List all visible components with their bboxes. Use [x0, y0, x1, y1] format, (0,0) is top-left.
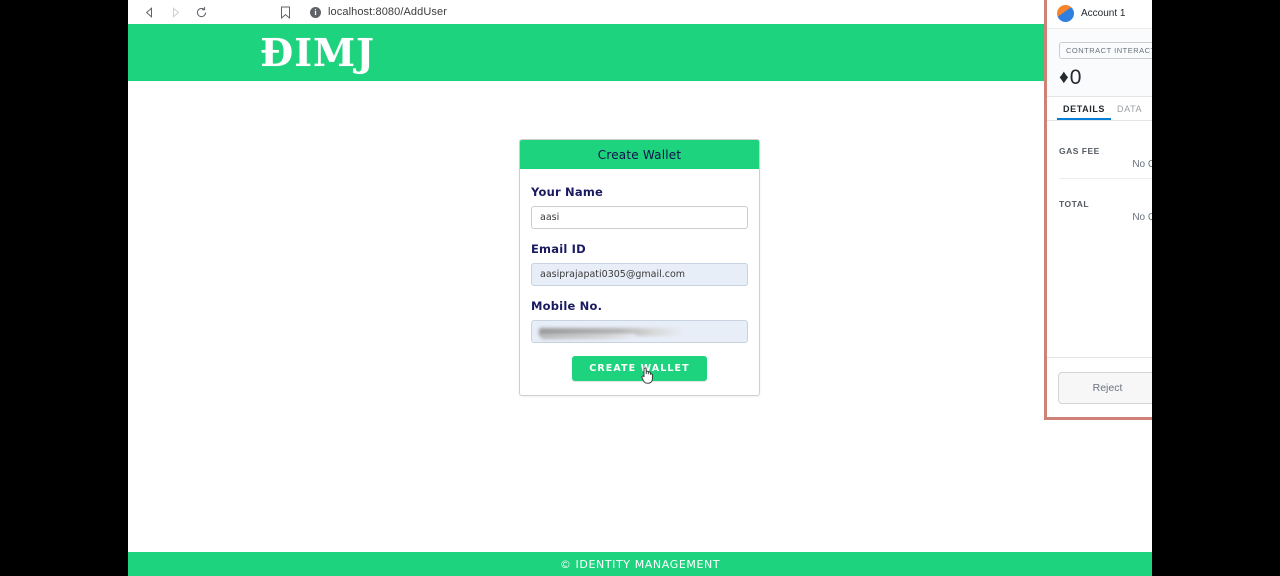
url-text: localhost:8080/AddUser: [328, 6, 447, 18]
footer-text: © IDENTITY MANAGEMENT: [559, 557, 721, 571]
card-title: Create Wallet: [597, 147, 682, 162]
total-label: TOTAL: [1059, 198, 1090, 209]
transaction-amount: ♦ 0: [1059, 67, 1152, 88]
metamask-transaction-summary: CONTRACT INTERACTION ♦ 0: [1047, 29, 1152, 97]
email-id-input[interactable]: aasiprajapati0305@gmail.com: [531, 263, 748, 286]
field-label-your-name: Your Name: [531, 185, 604, 199]
contract-interaction-badge: CONTRACT INTERACTION: [1059, 42, 1152, 59]
metamask-actions: Reject Confirm: [1047, 357, 1152, 417]
total-conversion-note: No Conversion Rate Available: [1132, 212, 1152, 223]
redacted-value-blur-secondary: [541, 334, 636, 339]
site-header: ÐIMJ: [128, 24, 1152, 81]
web-page: ÐIMJ Create Wallet Your Name aasi Email …: [128, 24, 1152, 576]
transaction-amount-value: 0: [1069, 66, 1082, 89]
forward-arrow-icon: [162, 1, 188, 23]
tab-details[interactable]: DETAILS: [1057, 97, 1112, 120]
bookmark-icon[interactable]: [274, 1, 296, 23]
sender-account-name: Account 1: [1081, 8, 1126, 19]
metamask-account-row: Account 1 0xe281...cd40: [1047, 0, 1152, 29]
reject-button[interactable]: Reject: [1057, 371, 1152, 404]
sender-avatar-icon: [1057, 5, 1074, 22]
page-content: Create Wallet Your Name aasi Email ID aa…: [128, 81, 1152, 552]
field-mobile-no: Mobile No.: [531, 299, 748, 343]
card-header: Create Wallet: [520, 140, 759, 169]
total-row: AMOUNT + GAS FEE TOTAL ♦ 0.000138 No Con…: [1059, 178, 1152, 231]
field-email-id: Email ID aasiprajapati0305@gmail.com: [531, 242, 748, 286]
create-wallet-button[interactable]: CREATE WALLET: [572, 356, 707, 381]
card-body: Your Name aasi Email ID aasiprajapati030…: [520, 169, 759, 395]
mobile-no-input[interactable]: [531, 320, 748, 343]
metamask-popup: Account 1 0xe281...cd40 CONTRACT INTERAC…: [1044, 0, 1152, 420]
screen: i localhost:8080/AddUser ÐIMJ Create Wal…: [0, 0, 1280, 576]
total-hint: AMOUNT + GAS FEE: [1059, 185, 1152, 194]
field-label-email-id: Email ID: [531, 242, 586, 256]
field-label-mobile-no: Mobile No.: [531, 299, 603, 313]
gas-fee-conversion-note: No Conversion Rate Available: [1132, 159, 1152, 170]
browser-window: i localhost:8080/AddUser ÐIMJ Create Wal…: [128, 0, 1152, 576]
site-logo: ÐIMJ: [260, 29, 376, 75]
site-info-icon[interactable]: i: [310, 6, 321, 18]
create-wallet-card: Create Wallet Your Name aasi Email ID aa…: [519, 139, 760, 396]
tab-data[interactable]: DATA: [1111, 97, 1148, 120]
reload-icon[interactable]: [188, 1, 214, 23]
metamask-tabs: DETAILS DATA: [1047, 97, 1152, 121]
gas-fee-label: GAS FEE: [1059, 145, 1100, 156]
metamask-details-panel: EDIT GAS FEE ♦ 0.000138 No Conversion Ra…: [1047, 121, 1152, 231]
site-footer: © IDENTITY MANAGEMENT: [128, 552, 1152, 576]
edit-gas-link[interactable]: EDIT: [1059, 127, 1152, 137]
browser-toolbar: i localhost:8080/AddUser: [128, 0, 1152, 24]
field-your-name: Your Name aasi: [531, 185, 748, 229]
gas-fee-row: GAS FEE ♦ 0.000138 No Conversion Rate Av…: [1059, 137, 1152, 178]
back-arrow-icon[interactable]: [136, 1, 162, 23]
url-bar[interactable]: i localhost:8080/AddUser: [304, 2, 1144, 22]
your-name-input[interactable]: aasi: [531, 206, 748, 229]
submit-row: CREATE WALLET: [531, 356, 748, 384]
ethereum-diamond-icon: ♦: [1059, 67, 1069, 88]
